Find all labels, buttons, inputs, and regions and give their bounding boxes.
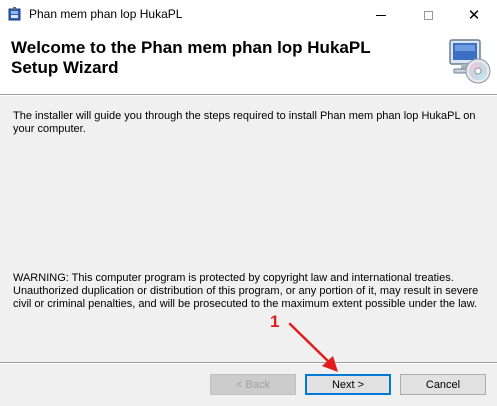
close-icon: ✕: [467, 6, 481, 24]
intro-text: The installer will guide you through the…: [13, 110, 476, 135]
footer-divider-highlight: [0, 363, 497, 364]
annotation-step-number: 1: [270, 312, 280, 331]
header-banner: Welcome to the Phan mem phan lop HukaPL …: [0, 30, 497, 95]
back-button[interactable]: < Back: [210, 374, 296, 395]
close-button[interactable]: ✕: [451, 0, 497, 30]
copyright-warning: WARNING: This computer program is protec…: [13, 272, 479, 310]
banner-divider: [0, 95, 497, 96]
minimize-button[interactable]: [358, 0, 404, 30]
page-title: Welcome to the Phan mem phan lop HukaPL …: [11, 38, 371, 77]
maximize-icon: [423, 10, 433, 20]
setup-wizard-window: Phan mem phan lop HukaPL ✕ Welcome to th…: [0, 0, 497, 406]
title-bar: Phan mem phan lop HukaPL ✕: [0, 0, 497, 30]
computer-cd-icon: [444, 38, 492, 86]
installer-package-icon: [7, 6, 23, 22]
cancel-button[interactable]: Cancel: [400, 374, 486, 395]
window-title: Phan mem phan lop HukaPL: [29, 7, 183, 21]
maximize-button[interactable]: [405, 0, 451, 30]
next-button[interactable]: Next >: [305, 374, 391, 395]
minimize-icon: [376, 14, 386, 16]
